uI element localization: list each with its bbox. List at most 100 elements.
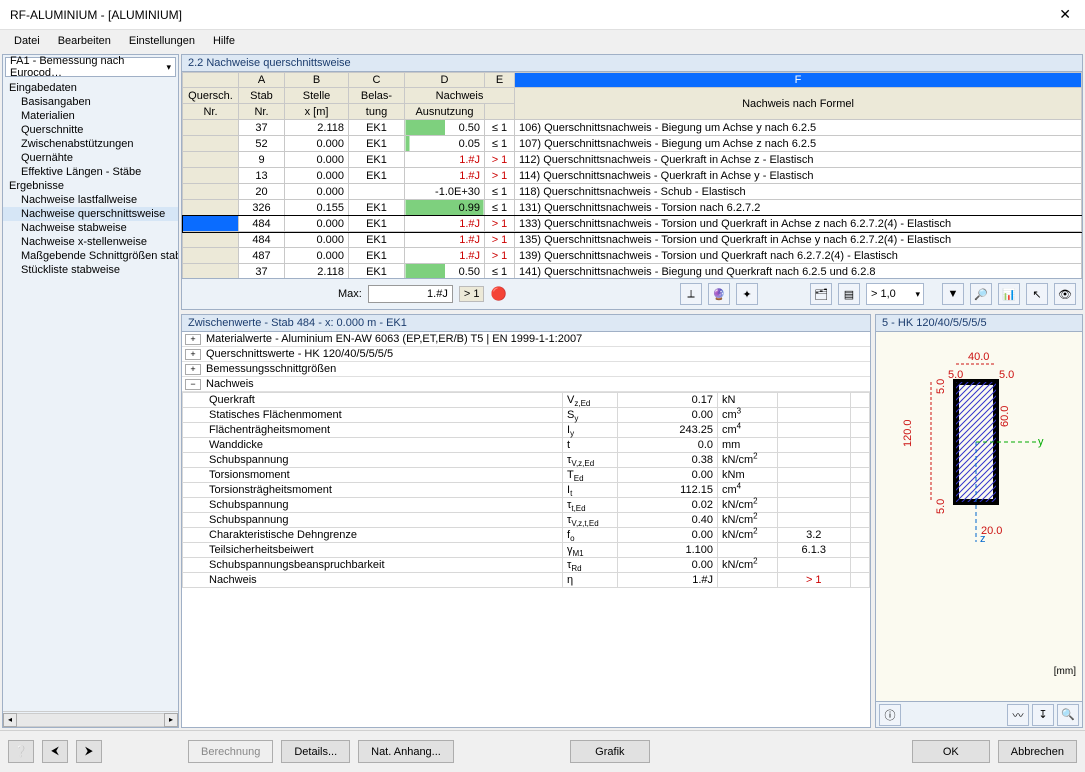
property-row: FlächenträgheitsmomentIy243.25cm4 (183, 423, 870, 438)
expand-icon[interactable]: + (185, 349, 201, 360)
tree-item[interactable]: Querschnitte (3, 123, 178, 137)
property-row: Nachweisη1.#J> 1 (183, 573, 870, 588)
detail-line: Materialwerte - Aluminium EN-AW 6063 (EP… (204, 333, 870, 345)
table-row[interactable]: 4840.000EK11.#J> 1135) Querschnittsnachw… (183, 232, 1082, 248)
tree-item[interactable]: Stückliste stabweise (3, 263, 178, 277)
tree-item[interactable]: Maßgebende Schnittgrößen stabweise (3, 249, 178, 263)
tree-item[interactable]: Quernähte (3, 151, 178, 165)
tree-ergebnisse[interactable]: Ergebnisse (3, 179, 178, 193)
menu-einstellungen[interactable]: Einstellungen (121, 32, 203, 50)
tree-item[interactable]: Materialien (3, 109, 178, 123)
menu-hilfe[interactable]: Hilfe (205, 32, 243, 50)
cross-section-view[interactable]: 120.0 40.0 5.0 5.0 5.0 60.0 5.0 20.0 y (875, 332, 1083, 702)
ratio-filter-select[interactable]: > 1,0 (866, 283, 924, 305)
info-icon[interactable]: ⓘ (879, 704, 901, 726)
table-row[interactable]: 90.000EK11.#J> 1112) Querschnittsnachwei… (183, 152, 1082, 168)
status-fail-icon: 🔴 (490, 286, 506, 302)
navigation-pane: FA1 - Bemessung nach Eurocod… Eingabedat… (2, 54, 179, 728)
property-row: SchubspannungτV,z,t,Ed0.40kN/cm2 (183, 513, 870, 528)
max-compare: > 1 (459, 286, 485, 302)
property-row: Charakteristische Dehngrenzefo0.00kN/cm2… (183, 528, 870, 543)
tree-item[interactable]: Basisangaben (3, 95, 178, 109)
property-row: QuerkraftVz,Ed0.17kN (183, 393, 870, 408)
cross-section-drawing: 120.0 40.0 5.0 5.0 5.0 60.0 5.0 20.0 y (886, 342, 1074, 622)
svg-text:5.0: 5.0 (935, 499, 947, 514)
svg-text:z: z (980, 533, 986, 545)
property-row: Schubspannungτt,Ed0.02kN/cm2 (183, 498, 870, 513)
max-toolbar: Max: > 1 🔴 ⟂ 🔮 ✦ 🗂 ▤ > 1,0 ▼ 🔎 📊 ↖ 👁 (181, 279, 1083, 310)
case-dropdown[interactable]: FA1 - Bemessung nach Eurocod… (5, 57, 176, 77)
calc-button[interactable]: Berechnung (188, 740, 273, 763)
tool-columns-icon[interactable]: ▤ (838, 283, 860, 305)
cancel-button[interactable]: Abbrechen (998, 740, 1077, 763)
table-row[interactable]: 200.000-1.0E+30≤ 1118) Querschnittsnachw… (183, 184, 1082, 200)
footer: ❔ ⮜ ⮞ Berechnung Details... Nat. Anhang.… (0, 730, 1085, 772)
cross-section-title: 5 - HK 120/40/5/5/5/5 (875, 314, 1083, 332)
detail-line: Querschnittswerte - HK 120/40/5/5/5/5 (204, 348, 870, 360)
menu-datei[interactable]: Datei (6, 32, 48, 50)
tool-globe-icon[interactable]: 🔮 (708, 283, 730, 305)
max-label: Max: (338, 288, 362, 300)
table-row[interactable]: 130.000EK11.#J> 1114) Querschnittsnachwe… (183, 168, 1082, 184)
property-row: Statisches FlächenmomentSy0.00cm3 (183, 408, 870, 423)
stress-icon[interactable]: 〰 (1007, 704, 1029, 726)
tool-dim-icon[interactable]: ⟂ (680, 283, 702, 305)
menubar: Datei Bearbeiten Einstellungen Hilfe (0, 30, 1085, 52)
results-grid[interactable]: ABCDEFQuersch.StabStelleBelas-NachweisNa… (181, 72, 1083, 279)
tool-excel-icon[interactable]: 📊 (998, 283, 1020, 305)
prev-icon[interactable]: ⮜ (42, 740, 68, 763)
ok-button[interactable]: OK (912, 740, 990, 763)
collapse-icon[interactable]: − (185, 379, 201, 390)
expand-icon[interactable]: + (185, 364, 201, 375)
max-value-input[interactable] (368, 285, 453, 303)
property-row: Wanddicket0.0mm (183, 438, 870, 453)
tool-select-icon[interactable]: 🔎 (970, 283, 992, 305)
svg-text:40.0: 40.0 (968, 351, 989, 363)
detail-body[interactable]: +Materialwerte - Aluminium EN-AW 6063 (E… (181, 332, 871, 728)
svg-text:y: y (1038, 436, 1044, 448)
tool-palette-icon[interactable]: 🗂 (810, 283, 832, 305)
grafik-button[interactable]: Grafik (570, 740, 650, 763)
tree-item[interactable]: Nachweise stabweise (3, 221, 178, 235)
table-row[interactable]: 520.000EK10.05≤ 1107) Querschnittsnachwe… (183, 136, 1082, 152)
zoom-icon[interactable]: 🔍 (1057, 704, 1079, 726)
tool-eye-icon[interactable]: 👁 (1054, 283, 1076, 305)
close-icon[interactable]: ✕ (1055, 6, 1075, 23)
tree-eingabedaten[interactable]: Eingabedaten (3, 81, 178, 95)
unit-label: [mm] (1054, 666, 1076, 677)
detail-header: Zwischenwerte - Stab 484 - x: 0.000 m - … (181, 314, 871, 332)
tool-pick-icon[interactable]: ↖ (1026, 283, 1048, 305)
window-title: RF-ALUMINIUM - [ALUMINIUM] (10, 8, 1055, 22)
svg-text:5.0: 5.0 (999, 369, 1014, 381)
table-row[interactable]: 372.118EK10.50≤ 1141) Querschnittsnachwe… (183, 264, 1082, 280)
property-row: TorsionsmomentTEd0.00kNm (183, 468, 870, 483)
nat-anhang-button[interactable]: Nat. Anhang... (358, 740, 454, 763)
table-row[interactable]: 4870.000EK11.#J> 1139) Querschnittsnachw… (183, 248, 1082, 264)
tree-item[interactable]: Effektive Längen - Stäbe (3, 165, 178, 179)
tree-item[interactable]: Nachweise x-stellenweise (3, 235, 178, 249)
svg-text:5.0: 5.0 (935, 379, 947, 394)
expand-icon[interactable]: + (185, 334, 201, 345)
nav-tree: Eingabedaten BasisangabenMaterialienQuer… (3, 79, 178, 711)
table-row[interactable]: 4840.000EK11.#J> 1133) Querschnittsnachw… (183, 216, 1082, 232)
property-row: SchubspannungsbeanspruchbarkeitτRd0.00kN… (183, 558, 870, 573)
cross-section-toolbar: ⓘ 〰 ↧ 🔍 (875, 702, 1083, 728)
property-row: TorsionsträgheitsmomentIt112.15cm4 (183, 483, 870, 498)
values-icon[interactable]: ↧ (1032, 704, 1054, 726)
tree-item[interactable]: Nachweise querschnittsweise (3, 207, 178, 221)
table-row[interactable]: 3260.155EK10.99≤ 1131) Querschnittsnachw… (183, 200, 1082, 216)
tool-filter-icon[interactable]: ▼ (942, 283, 964, 305)
tool-axes-icon[interactable]: ✦ (736, 283, 758, 305)
svg-text:120.0: 120.0 (902, 419, 914, 447)
menu-bearbeiten[interactable]: Bearbeiten (50, 32, 119, 50)
help-icon[interactable]: ❔ (8, 740, 34, 763)
tree-scrollbar[interactable]: ◂▸ (3, 711, 178, 727)
property-row: TeilsicherheitsbeiwertγM11.1006.1.3 (183, 543, 870, 558)
tree-item[interactable]: Zwischenabstützungen (3, 137, 178, 151)
next-icon[interactable]: ⮞ (76, 740, 102, 763)
details-button[interactable]: Details... (281, 740, 350, 763)
tree-item[interactable]: Nachweise lastfallweise (3, 193, 178, 207)
table-row[interactable]: 372.118EK10.50≤ 1106) Querschnittsnachwe… (183, 120, 1082, 136)
detail-line: Nachweis (204, 378, 870, 390)
titlebar: RF-ALUMINIUM - [ALUMINIUM] ✕ (0, 0, 1085, 30)
